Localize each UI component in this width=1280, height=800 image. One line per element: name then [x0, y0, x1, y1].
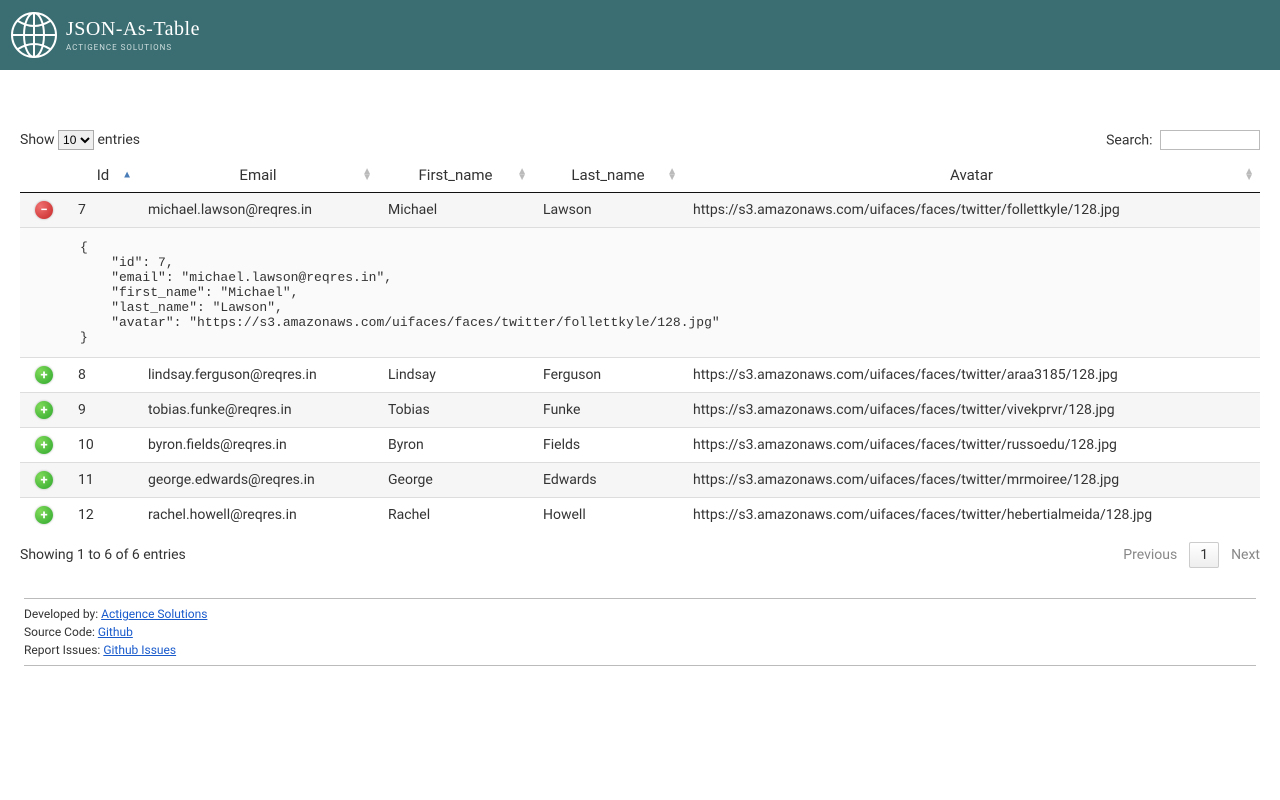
cell-email: rachel.howell@reqres.in — [138, 498, 378, 533]
cell-lastname: Funke — [533, 393, 683, 428]
app-title: JSON-As-Table — [66, 18, 200, 41]
search-label: Search: — [1106, 133, 1152, 149]
sort-icon: ▲▼ — [362, 169, 372, 181]
table-row: +10byron.fields@reqres.inByronFieldshttp… — [20, 428, 1260, 463]
sort-asc-icon: ▲ — [122, 170, 132, 181]
cell-id: 11 — [68, 463, 138, 498]
cell-avatar: https://s3.amazonaws.com/uifaces/faces/t… — [683, 498, 1260, 533]
credits-src-link[interactable]: Github — [98, 625, 133, 639]
app-header: JSON-As-Table ACTIGENCE SOLUTIONS — [0, 0, 1280, 70]
cell-lastname: Edwards — [533, 463, 683, 498]
column-header-email[interactable]: Email ▲▼ — [138, 158, 378, 193]
expand-row-button[interactable]: + — [35, 401, 53, 419]
page-size-select[interactable]: 10 — [58, 130, 94, 150]
logo: JSON-As-Table ACTIGENCE SOLUTIONS — [10, 11, 200, 59]
length-control: Show 10 entries — [20, 130, 140, 150]
cell-email: tobias.funke@reqres.in — [138, 393, 378, 428]
cell-id: 7 — [68, 193, 138, 228]
search-control: Search: — [1106, 130, 1260, 150]
credits-src-label: Source Code: — [24, 625, 98, 639]
expanded-json: { "id": 7, "email": "michael.lawson@reqr… — [20, 228, 1260, 358]
cell-avatar: https://s3.amazonaws.com/uifaces/faces/t… — [683, 193, 1260, 228]
cell-avatar: https://s3.amazonaws.com/uifaces/faces/t… — [683, 358, 1260, 393]
next-button[interactable]: Next — [1231, 547, 1260, 563]
app-subtitle: ACTIGENCE SOLUTIONS — [66, 43, 200, 52]
data-table: Id ▲ Email ▲▼ First_name ▲▼ Last_name ▲▼… — [20, 158, 1260, 532]
cell-avatar: https://s3.amazonaws.com/uifaces/faces/t… — [683, 393, 1260, 428]
cell-lastname: Howell — [533, 498, 683, 533]
table-row: +11george.edwards@reqres.inGeorgeEdwards… — [20, 463, 1260, 498]
expand-row-button[interactable]: + — [35, 506, 53, 524]
credits-dev-label: Developed by: — [24, 607, 101, 621]
expanded-detail-row: { "id": 7, "email": "michael.lawson@reqr… — [20, 228, 1260, 358]
column-header-id[interactable]: Id ▲ — [68, 158, 138, 193]
column-header-avatar[interactable]: Avatar ▲▼ — [683, 158, 1260, 193]
cell-email: lindsay.ferguson@reqres.in — [138, 358, 378, 393]
cell-id: 12 — [68, 498, 138, 533]
globe-icon — [10, 11, 58, 59]
cell-firstname: Michael — [378, 193, 533, 228]
cell-lastname: Lawson — [533, 193, 683, 228]
credits: Developed by: Actigence Solutions Source… — [24, 598, 1256, 666]
previous-button[interactable]: Previous — [1123, 547, 1177, 563]
page-number[interactable]: 1 — [1189, 542, 1219, 568]
cell-firstname: Lindsay — [378, 358, 533, 393]
cell-avatar: https://s3.amazonaws.com/uifaces/faces/t… — [683, 463, 1260, 498]
sort-icon: ▲▼ — [1244, 169, 1254, 181]
cell-lastname: Ferguson — [533, 358, 683, 393]
table-info: Showing 1 to 6 of 6 entries — [20, 547, 186, 563]
cell-firstname: Rachel — [378, 498, 533, 533]
cell-firstname: Tobias — [378, 393, 533, 428]
column-header-lastname[interactable]: Last_name ▲▼ — [533, 158, 683, 193]
sort-icon: ▲▼ — [667, 169, 677, 181]
cell-firstname: Byron — [378, 428, 533, 463]
expand-row-button[interactable]: + — [35, 436, 53, 454]
table-row: +12rachel.howell@reqres.inRachelHowellht… — [20, 498, 1260, 533]
table-row: −7michael.lawson@reqres.inMichaelLawsonh… — [20, 193, 1260, 228]
cell-id: 10 — [68, 428, 138, 463]
sort-icon: ▲▼ — [517, 169, 527, 181]
cell-id: 8 — [68, 358, 138, 393]
cell-email: george.edwards@reqres.in — [138, 463, 378, 498]
table-row: +8lindsay.ferguson@reqres.inLindsayFergu… — [20, 358, 1260, 393]
column-expander — [20, 158, 68, 193]
credits-issues-link[interactable]: Github Issues — [103, 643, 176, 657]
cell-id: 9 — [68, 393, 138, 428]
credits-issues-label: Report Issues: — [24, 643, 103, 657]
column-header-firstname[interactable]: First_name ▲▼ — [378, 158, 533, 193]
table-row: +9tobias.funke@reqres.inTobiasFunkehttps… — [20, 393, 1260, 428]
collapse-row-button[interactable]: − — [35, 201, 53, 219]
pagination: Previous 1 Next — [1123, 542, 1260, 568]
entries-label: entries — [98, 132, 141, 148]
cell-email: michael.lawson@reqres.in — [138, 193, 378, 228]
cell-email: byron.fields@reqres.in — [138, 428, 378, 463]
expand-row-button[interactable]: + — [35, 471, 53, 489]
expand-row-button[interactable]: + — [35, 366, 53, 384]
cell-firstname: George — [378, 463, 533, 498]
show-label: Show — [20, 132, 55, 148]
search-input[interactable] — [1160, 130, 1260, 150]
cell-avatar: https://s3.amazonaws.com/uifaces/faces/t… — [683, 428, 1260, 463]
credits-dev-link[interactable]: Actigence Solutions — [101, 607, 207, 621]
cell-lastname: Fields — [533, 428, 683, 463]
